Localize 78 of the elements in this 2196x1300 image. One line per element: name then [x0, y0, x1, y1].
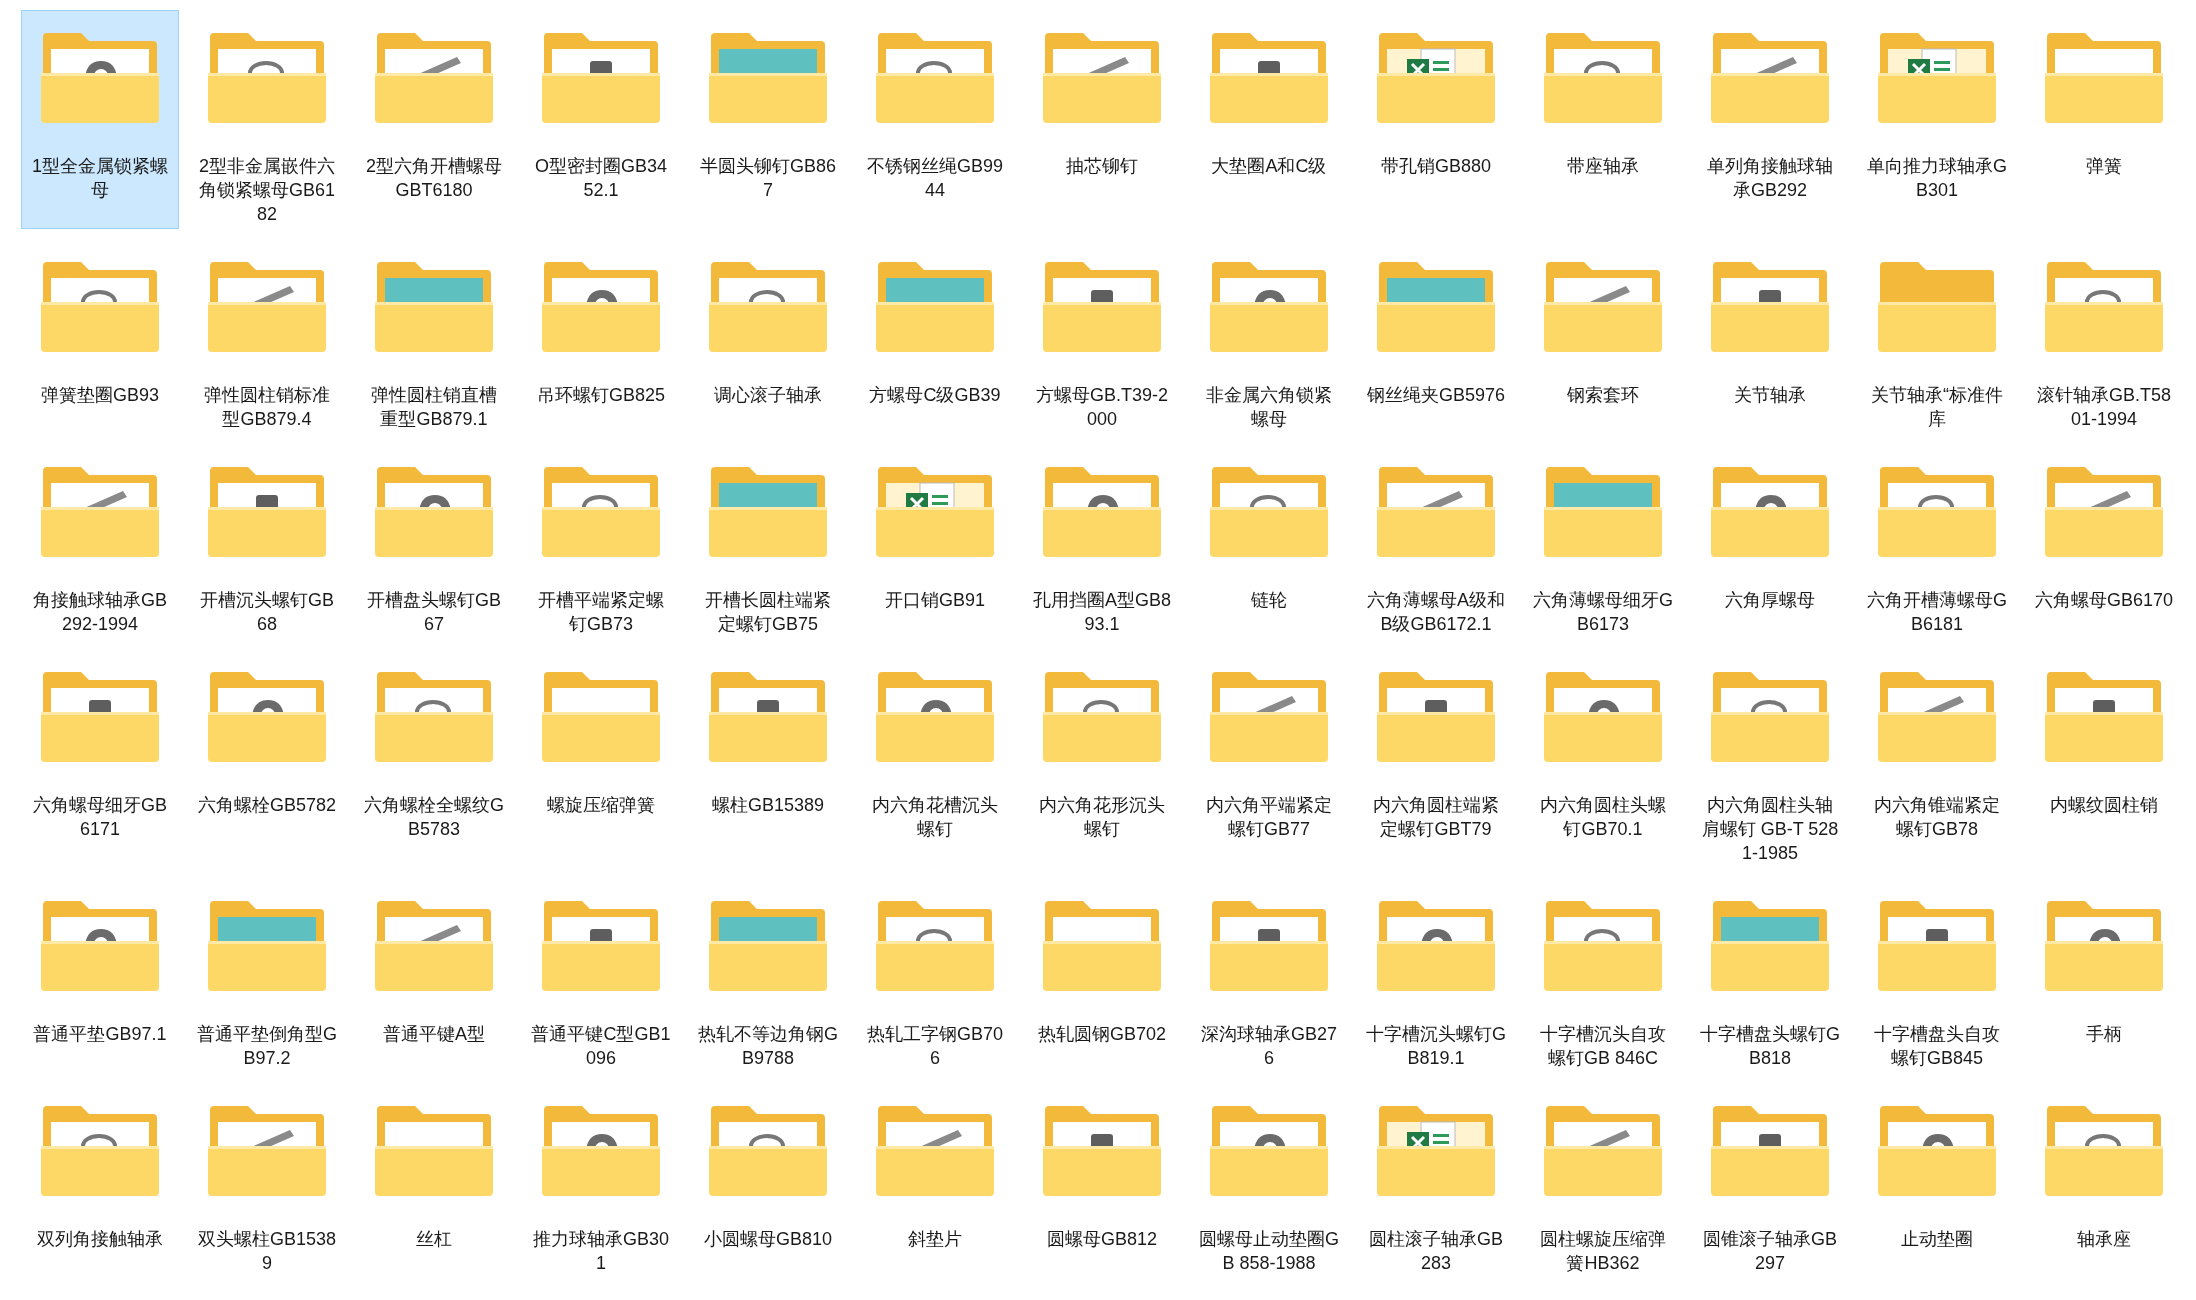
folder-item[interactable]: 弹性圆柱销直槽重型GB879.1 [355, 239, 513, 434]
folder-item[interactable]: 半圆头铆钉GB867 [689, 10, 847, 229]
folder-item[interactable]: 开槽平端紧定螺钉GB73 [522, 444, 680, 639]
folder-item[interactable]: 单列角接触球轴承GB292 [1691, 10, 1849, 229]
folder-item[interactable]: 丝杠 [355, 1083, 513, 1278]
folder-item[interactable]: 内螺纹圆柱销 [2025, 649, 2183, 868]
folder-item[interactable]: 1型全金属锁紧螺母 [21, 10, 179, 229]
folder-item[interactable]: 开槽盘头螺钉GB67 [355, 444, 513, 639]
folder-item[interactable]: 小圆螺母GB810 [689, 1083, 847, 1278]
folder-item[interactable]: 内六角圆柱头轴肩螺钉 GB-T 5281-1985 [1691, 649, 1849, 868]
folder-item[interactable]: 滚针轴承GB.T5801-1994 [2025, 239, 2183, 434]
folder-item[interactable]: 轴承座 [2025, 1083, 2183, 1278]
folder-item[interactable]: 内六角花形沉头螺钉 [1023, 649, 1181, 868]
folder-item[interactable]: 2型非金属嵌件六角锁紧螺母GB6182 [188, 10, 346, 229]
folder-item[interactable]: 六角螺母GB6170 [2025, 444, 2183, 639]
folder-item[interactable]: 深沟球轴承GB276 [1190, 878, 1348, 1073]
folder-item[interactable]: 螺柱GB15389 [689, 649, 847, 868]
folder-item[interactable]: 普通平键C型GB1096 [522, 878, 680, 1073]
folder-item[interactable]: 六角薄螺母细牙GB6173 [1524, 444, 1682, 639]
folder-item[interactable]: 单向推力球轴承GB301 [1858, 10, 2016, 229]
folder-item[interactable]: 调心滚子轴承 [689, 239, 847, 434]
folder-item[interactable]: 孔用挡圈A型GB893.1 [1023, 444, 1181, 639]
folder-item[interactable]: 双列角接触轴承 [21, 1083, 179, 1278]
folder-item[interactable]: 2型六角开槽螺母GBT6180 [355, 10, 513, 229]
folder-item[interactable]: 热轧工字钢GB706 [856, 878, 1014, 1073]
folder-item[interactable]: 圆螺母GB812 [1023, 1083, 1181, 1278]
folder-item[interactable]: 角接触球轴承GB292-1994 [21, 444, 179, 639]
folder-item[interactable]: 推力球轴承GB301 [522, 1083, 680, 1278]
folder-item[interactable]: 钢丝绳夹GB5976 [1357, 239, 1515, 434]
folder-item[interactable]: 圆螺母止动垫圈GB 858-1988 [1190, 1083, 1348, 1278]
folder-item[interactable]: 弹簧垫圈GB93 [21, 239, 179, 434]
folder-item[interactable]: 圆锥滚子轴承GB297 [1691, 1083, 1849, 1278]
folder-item[interactable]: 链轮 [1190, 444, 1348, 639]
folder-item[interactable]: 普通平垫倒角型GB97.2 [188, 878, 346, 1073]
folder-item[interactable]: 六角螺母细牙GB6171 [21, 649, 179, 868]
folder-item[interactable]: 内六角圆柱端紧定螺钉GBT79 [1357, 649, 1515, 868]
folder-item[interactable]: 关节轴承“标准件库 [1858, 239, 2016, 434]
folder-item[interactable]: 十字槽沉头自攻螺钉GB 846C [1524, 878, 1682, 1073]
folder-item[interactable]: 圆柱螺旋压缩弹簧HB362 [1524, 1083, 1682, 1278]
folder-item[interactable]: 非金属六角锁紧螺母 [1190, 239, 1348, 434]
folder-item[interactable]: 内六角锥端紧定螺钉GB78 [1858, 649, 2016, 868]
folder-item[interactable]: 圆柱滚子轴承GB283 [1357, 1083, 1515, 1278]
folder-item[interactable]: 十字槽盘头自攻螺钉GB845 [1858, 878, 2016, 1073]
folder-item[interactable]: 六角薄螺母A级和B级GB6172.1 [1357, 444, 1515, 639]
folder-item[interactable]: 抽芯铆钉 [1023, 10, 1181, 229]
folder-item[interactable]: 普通平垫GB97.1 [21, 878, 179, 1073]
folder-item[interactable]: 内六角平端紧定螺钉GB77 [1190, 649, 1348, 868]
folder-item[interactable]: 螺旋压缩弹簧 [522, 649, 680, 868]
folder-item[interactable]: 不锈钢丝绳GB9944 [856, 10, 1014, 229]
folder-item[interactable]: 止动垫圈 [1858, 1083, 2016, 1278]
folder-item[interactable]: 手柄 [2025, 878, 2183, 1073]
folder-item[interactable]: 六角厚螺母 [1691, 444, 1849, 639]
folder-item[interactable]: 内六角圆柱头螺钉GB70.1 [1524, 649, 1682, 868]
folder-item[interactable]: 开槽沉头螺钉GB68 [188, 444, 346, 639]
folder-item[interactable]: 开口销GB91 [856, 444, 1014, 639]
folder-item[interactable]: 方螺母GB.T39-2000 [1023, 239, 1181, 434]
folder-item[interactable]: 弹簧 [2025, 10, 2183, 229]
folder-item[interactable]: 带孔销GB880 [1357, 10, 1515, 229]
folder-item[interactable]: 斜垫片 [856, 1083, 1014, 1278]
folder-item[interactable]: 关节轴承 [1691, 239, 1849, 434]
folder-item[interactable]: 弹性圆柱销标准型GB879.4 [188, 239, 346, 434]
folder-item[interactable]: 双头螺柱GB15389 [188, 1083, 346, 1278]
folder-item[interactable]: 方螺母C级GB39 [856, 239, 1014, 434]
folder-item[interactable]: 十字槽沉头螺钉GB819.1 [1357, 878, 1515, 1073]
folder-item[interactable]: 带座轴承 [1524, 10, 1682, 229]
folder-item[interactable]: 钢索套环 [1524, 239, 1682, 434]
folder-item[interactable]: O型密封圈GB3452.1 [522, 10, 680, 229]
folder-item[interactable]: 六角螺栓GB5782 [188, 649, 346, 868]
folder-item[interactable]: 六角开槽薄螺母GB6181 [1858, 444, 2016, 639]
folder-item[interactable]: 十字槽盘头螺钉GB818 [1691, 878, 1849, 1073]
folder-item[interactable]: 热轧圆钢GB702 [1023, 878, 1181, 1073]
folder-item[interactable]: 开槽长圆柱端紧定螺钉GB75 [689, 444, 847, 639]
folder-item[interactable]: 大垫圈A和C级 [1190, 10, 1348, 229]
folder-item[interactable]: 吊环螺钉GB825 [522, 239, 680, 434]
folder-item[interactable]: 六角螺栓全螺纹GB5783 [355, 649, 513, 868]
folder-item[interactable]: 热轧不等边角钢GB9788 [689, 878, 847, 1073]
folder-item[interactable]: 内六角花槽沉头螺钉 [856, 649, 1014, 868]
folder-item[interactable]: 普通平键A型 [355, 878, 513, 1073]
